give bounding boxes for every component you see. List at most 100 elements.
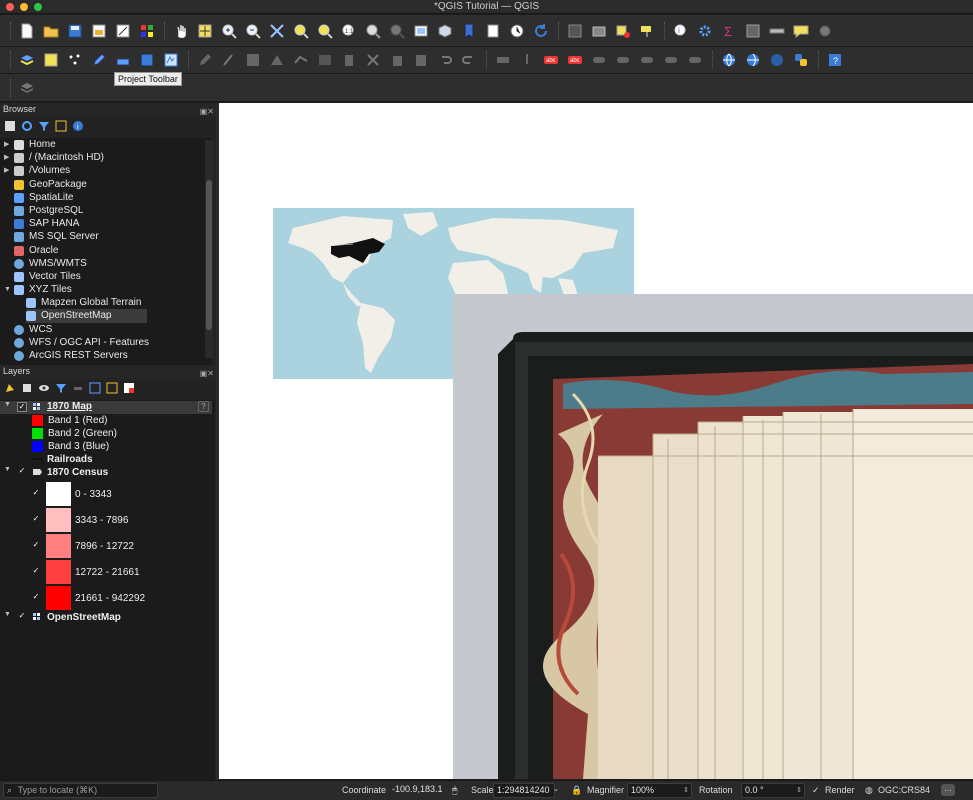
edit-pencil-icon[interactable]	[218, 49, 240, 71]
new-map-view-icon[interactable]	[410, 20, 432, 42]
modify-attributes-icon[interactable]	[314, 49, 336, 71]
browser-item[interactable]: SpatiaLite	[0, 191, 212, 204]
class-visibility-checkbox[interactable]: ✓	[31, 567, 41, 577]
expand-arrow-icon[interactable]: ▶	[4, 164, 9, 177]
expand-all-icon[interactable]	[89, 382, 101, 394]
zoom-native-icon[interactable]: 1:1	[338, 20, 360, 42]
census-class-item[interactable]: ✓ 12722 - 21661	[0, 559, 212, 585]
settings-gear-icon[interactable]	[694, 20, 716, 42]
collapse-arrow-icon[interactable]: ▼	[4, 611, 11, 618]
style-panel-icon[interactable]	[4, 382, 16, 394]
browser-scroll-thumb[interactable]	[206, 180, 212, 330]
refresh-icon[interactable]	[21, 120, 33, 132]
add-wms-layer-icon[interactable]	[718, 49, 740, 71]
spin-arrows-icon[interactable]: ⇕	[683, 784, 689, 797]
add-point-layer-icon[interactable]	[64, 49, 86, 71]
browser-item[interactable]: ArcGIS REST Servers	[0, 349, 212, 362]
change-label-icon[interactable]	[636, 49, 658, 71]
collapse-arrow-icon[interactable]: ▼	[4, 401, 11, 408]
class-visibility-checkbox[interactable]: ✓	[31, 541, 41, 551]
layer-visibility-checkbox[interactable]: ✓	[17, 402, 27, 412]
layer-indicator-icon[interactable]: ?	[198, 401, 209, 412]
add-vector-layer-icon[interactable]	[16, 49, 38, 71]
new-project-icon[interactable]	[16, 20, 38, 42]
zoom-full-icon[interactable]	[266, 20, 288, 42]
browser-item[interactable]: ▶ / (Macintosh HD)	[0, 151, 212, 164]
crs-label[interactable]: OGC:CRS84	[878, 785, 930, 795]
add-wfs-layer-icon[interactable]	[742, 49, 764, 71]
expand-arrow-icon[interactable]: ▼	[4, 283, 11, 296]
label-toolbar-icon[interactable]	[492, 49, 514, 71]
add-layer-icon[interactable]	[112, 49, 134, 71]
pin-labels-icon[interactable]	[516, 49, 538, 71]
census-class-item[interactable]: ✓ 3343 - 7896	[0, 507, 212, 533]
zoom-out-icon[interactable]	[242, 20, 264, 42]
layers-stack-icon[interactable]	[16, 77, 38, 99]
class-visibility-checkbox[interactable]: ✓	[31, 515, 41, 525]
new-print-layout-icon[interactable]	[88, 20, 110, 42]
browser-item[interactable]: WFS / OGC API - Features	[0, 336, 212, 349]
browser-item[interactable]: WMS/WMTS	[0, 257, 212, 270]
rotation-field[interactable]: 0.0 ° ⇕	[741, 783, 805, 798]
rotate-label-icon[interactable]	[612, 49, 634, 71]
class-visibility-checkbox[interactable]: ✓	[31, 593, 41, 603]
temporal-controller-icon[interactable]	[506, 20, 528, 42]
scale-dropdown-icon[interactable]: ⌄	[553, 785, 559, 793]
label-abc-highlight-icon[interactable]: abc	[564, 49, 586, 71]
undo-icon[interactable]	[434, 49, 456, 71]
remove-layer-icon[interactable]	[123, 382, 135, 394]
collapse-arrow-icon[interactable]: ▼	[4, 466, 11, 473]
spin-arrows-icon[interactable]: ⇕	[796, 784, 802, 797]
python-console-icon[interactable]	[790, 49, 812, 71]
browser-scrollbar[interactable]	[205, 140, 213, 358]
select-features-icon[interactable]	[588, 20, 610, 42]
filter-icon[interactable]	[38, 120, 50, 132]
deselect-features-icon[interactable]	[612, 20, 634, 42]
properties-info-icon[interactable]: i	[72, 120, 84, 132]
zoom-to-selection-icon[interactable]	[290, 20, 312, 42]
browser-item[interactable]: ▶ Home	[0, 138, 212, 151]
statistics-sum-icon[interactable]: Σ	[718, 20, 740, 42]
move-label-icon[interactable]	[588, 49, 610, 71]
redo-icon[interactable]	[458, 49, 480, 71]
zoom-next-icon[interactable]	[386, 20, 408, 42]
browser-item[interactable]: OpenStreetMap	[26, 309, 147, 323]
crs-globe-icon[interactable]: ◍	[865, 785, 873, 796]
refresh-icon[interactable]	[530, 20, 552, 42]
new-shapefile-layer-icon[interactable]	[160, 49, 182, 71]
map-tips-icon[interactable]	[790, 20, 812, 42]
browser-item[interactable]: SAP HANA	[0, 217, 212, 230]
browser-item[interactable]: PostgreSQL	[0, 204, 212, 217]
browser-item[interactable]: Oracle	[0, 244, 212, 257]
zoom-last-icon[interactable]	[362, 20, 384, 42]
save-project-icon[interactable]	[64, 20, 86, 42]
layer-railroads[interactable]: Railroads	[0, 453, 212, 466]
show-hide-labels-icon[interactable]	[660, 49, 682, 71]
layer-1870-census[interactable]: ▼ ✓ 1870 Census	[0, 466, 212, 479]
collapse-all-icon[interactable]	[106, 382, 118, 394]
browser-item[interactable]: Mapzen Global Terrain	[0, 296, 212, 309]
add-group-icon[interactable]	[21, 382, 33, 394]
new-bookmark-icon[interactable]	[458, 20, 480, 42]
messages-icon[interactable]: …	[941, 784, 955, 796]
zoom-in-icon[interactable]	[218, 20, 240, 42]
browser-item[interactable]: Vector Tiles	[0, 270, 212, 283]
layer-visibility-checkbox[interactable]: ✓	[17, 467, 27, 477]
label-abc-icon[interactable]: abc	[540, 49, 562, 71]
add-raster-layer-icon[interactable]	[40, 49, 62, 71]
panel-float-close-icon[interactable]: ▣✕	[200, 367, 214, 380]
filter-by-expression-icon[interactable]	[72, 382, 84, 394]
pan-to-selection-icon[interactable]	[194, 20, 216, 42]
layer-1870-map[interactable]: ▼ ✓ 1870 Map ?	[0, 401, 212, 414]
browser-item[interactable]: ▼ XYZ Tiles	[0, 283, 212, 296]
paste-features-icon[interactable]	[410, 49, 432, 71]
toggle-editing-icon[interactable]	[194, 49, 216, 71]
measure-line-icon[interactable]	[766, 20, 788, 42]
cut-features-icon[interactable]	[362, 49, 384, 71]
class-visibility-checkbox[interactable]: ✓	[31, 489, 41, 499]
digitize-pencil-icon[interactable]	[88, 49, 110, 71]
style-manager-icon[interactable]	[136, 20, 158, 42]
expand-arrow-icon[interactable]: ▶	[4, 138, 9, 151]
open-project-icon[interactable]	[40, 20, 62, 42]
vertex-tool-icon[interactable]	[290, 49, 312, 71]
